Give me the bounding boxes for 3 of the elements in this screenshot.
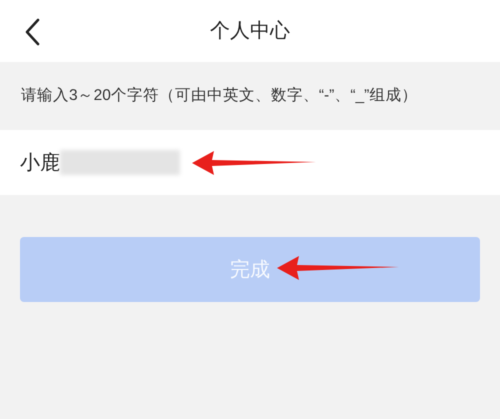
page-title: 个人中心 — [210, 19, 290, 44]
name-input-field[interactable]: 小鹿 — [0, 130, 500, 195]
input-hint: 请输入3～20个字符（可由中英文、数字、“-”、“_”组成） — [21, 86, 418, 106]
